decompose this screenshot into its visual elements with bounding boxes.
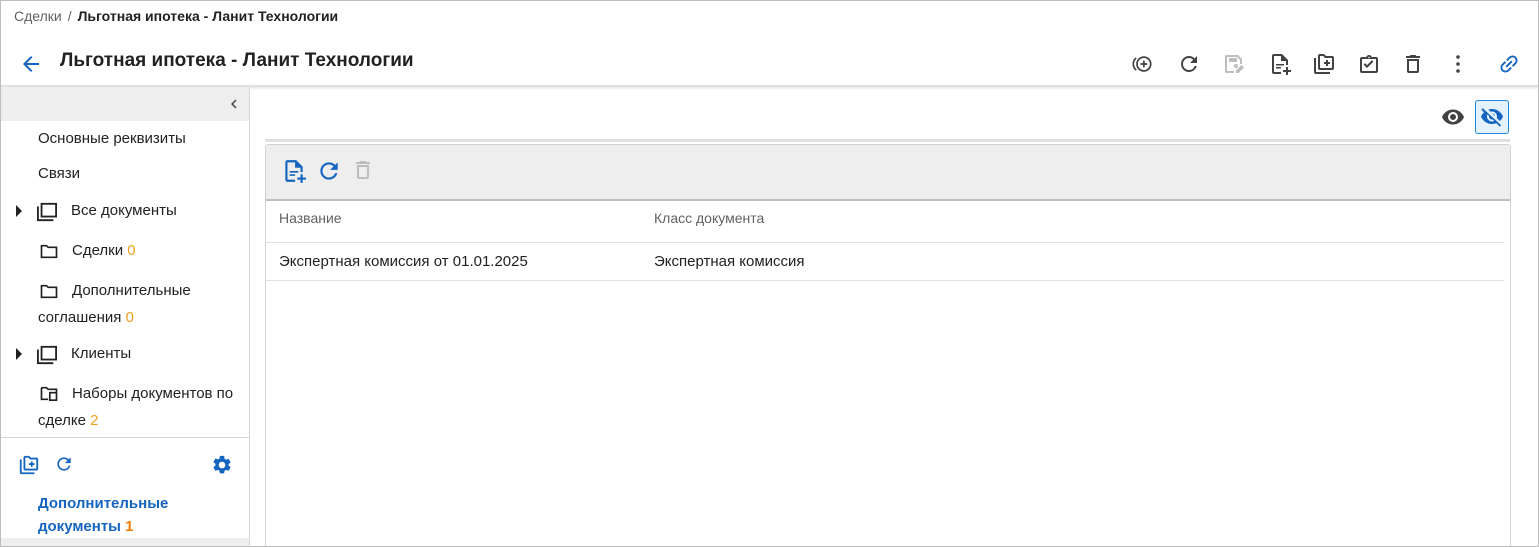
- sidebar-item-label: сделке: [38, 412, 86, 429]
- link-icon[interactable]: [1495, 50, 1523, 78]
- add-folder-icon[interactable]: [18, 454, 40, 476]
- delete-icon[interactable]: [1399, 50, 1427, 78]
- refresh-icon[interactable]: [54, 454, 76, 476]
- documents-panel: Название Класс документа Экспертная коми…: [265, 144, 1511, 546]
- add-document-icon[interactable]: [1266, 50, 1294, 78]
- sidebar-item-links[interactable]: Связи: [38, 160, 80, 187]
- sidebar-item-additional-agreements-line2[interactable]: соглашения 0: [38, 304, 134, 331]
- sidebar-item-label: соглашения: [38, 309, 122, 326]
- task-icon[interactable]: [1355, 50, 1383, 78]
- sidebar-footer: [1, 538, 249, 546]
- table-header-divider: [266, 242, 1504, 243]
- count-badge: 0: [127, 242, 136, 259]
- sidebar-header: [1, 87, 249, 121]
- folders-icon: [36, 345, 57, 365]
- sidebar-item-additional-agreements[interactable]: Дополнительные: [72, 277, 191, 304]
- page-title: Льготная ипотека - Ланит Технологии: [60, 50, 414, 71]
- sidebar-divider: [1, 437, 249, 438]
- sidebar-item-document-sets-line2[interactable]: сделке 2: [38, 407, 98, 434]
- count-badge: 0: [125, 309, 134, 326]
- expand-caret-icon[interactable]: [16, 348, 22, 360]
- sidebar-item-deals-label: Сделки: [72, 242, 124, 259]
- sidebar-item-label: Дополнительные: [38, 495, 169, 512]
- breadcrumb-separator: /: [67, 8, 72, 24]
- add-folder-icon[interactable]: [1310, 50, 1338, 78]
- count-badge: 2: [90, 412, 99, 429]
- sidebar-item-main-details[interactable]: Основные реквизиты: [38, 125, 186, 152]
- sidebar-item-deals[interactable]: Сделки 0: [72, 237, 136, 264]
- sidebar: Основные реквизиты Связи Все документы С…: [1, 87, 250, 546]
- app-window: Сделки / Льготная ипотека - Ланит Технолог…: [0, 0, 1539, 547]
- expand-caret-icon[interactable]: [16, 205, 22, 217]
- sidebar-item-all-documents[interactable]: Все документы: [71, 197, 177, 224]
- eye-icon[interactable]: [1441, 105, 1465, 129]
- add-document-icon[interactable]: [281, 158, 307, 184]
- delete-icon[interactable]: [351, 158, 377, 184]
- sidebar-item-document-sets[interactable]: Наборы документов по: [72, 380, 233, 407]
- document-folder-icon: [39, 385, 59, 403]
- save-edit-icon[interactable]: [1220, 50, 1248, 78]
- chevron-left-icon[interactable]: [225, 95, 243, 113]
- folder-icon: [39, 283, 59, 301]
- main-divider: [265, 139, 1510, 142]
- eye-off-icon: [1481, 108, 1503, 127]
- column-header-doc-class[interactable]: Класс документа: [654, 210, 764, 226]
- count-badge: 1: [125, 518, 134, 535]
- table-cell-name[interactable]: Экспертная комиссия от 01.01.2025: [279, 253, 528, 270]
- breadcrumb-current: Льготная ипотека - Ланит Технологии: [77, 8, 339, 24]
- table-row-divider: [266, 280, 1504, 281]
- panel-toolbar: [266, 145, 1510, 201]
- refresh-icon[interactable]: [1175, 50, 1203, 78]
- sidebar-item-label: документы: [38, 518, 121, 535]
- table-cell-doc-class[interactable]: Экспертная комиссия: [654, 253, 805, 270]
- sidebar-item-additional-documents[interactable]: Дополнительные документы 1: [38, 492, 168, 538]
- folders-icon: [36, 202, 57, 222]
- sidebar-item-clients[interactable]: Клиенты: [71, 340, 131, 367]
- add-circle-icon[interactable]: [1129, 50, 1157, 78]
- eye-off-toggle[interactable]: [1475, 100, 1509, 134]
- gear-icon[interactable]: [211, 454, 233, 476]
- refresh-icon[interactable]: [316, 158, 342, 184]
- column-header-name[interactable]: Название: [279, 210, 342, 226]
- breadcrumb-parent-link[interactable]: Сделки: [14, 8, 62, 24]
- folder-icon: [39, 243, 59, 261]
- more-icon[interactable]: [1444, 50, 1472, 78]
- back-arrow-icon[interactable]: [19, 52, 43, 76]
- breadcrumb: Сделки / Льготная ипотека - Ланит Технолог…: [14, 8, 338, 24]
